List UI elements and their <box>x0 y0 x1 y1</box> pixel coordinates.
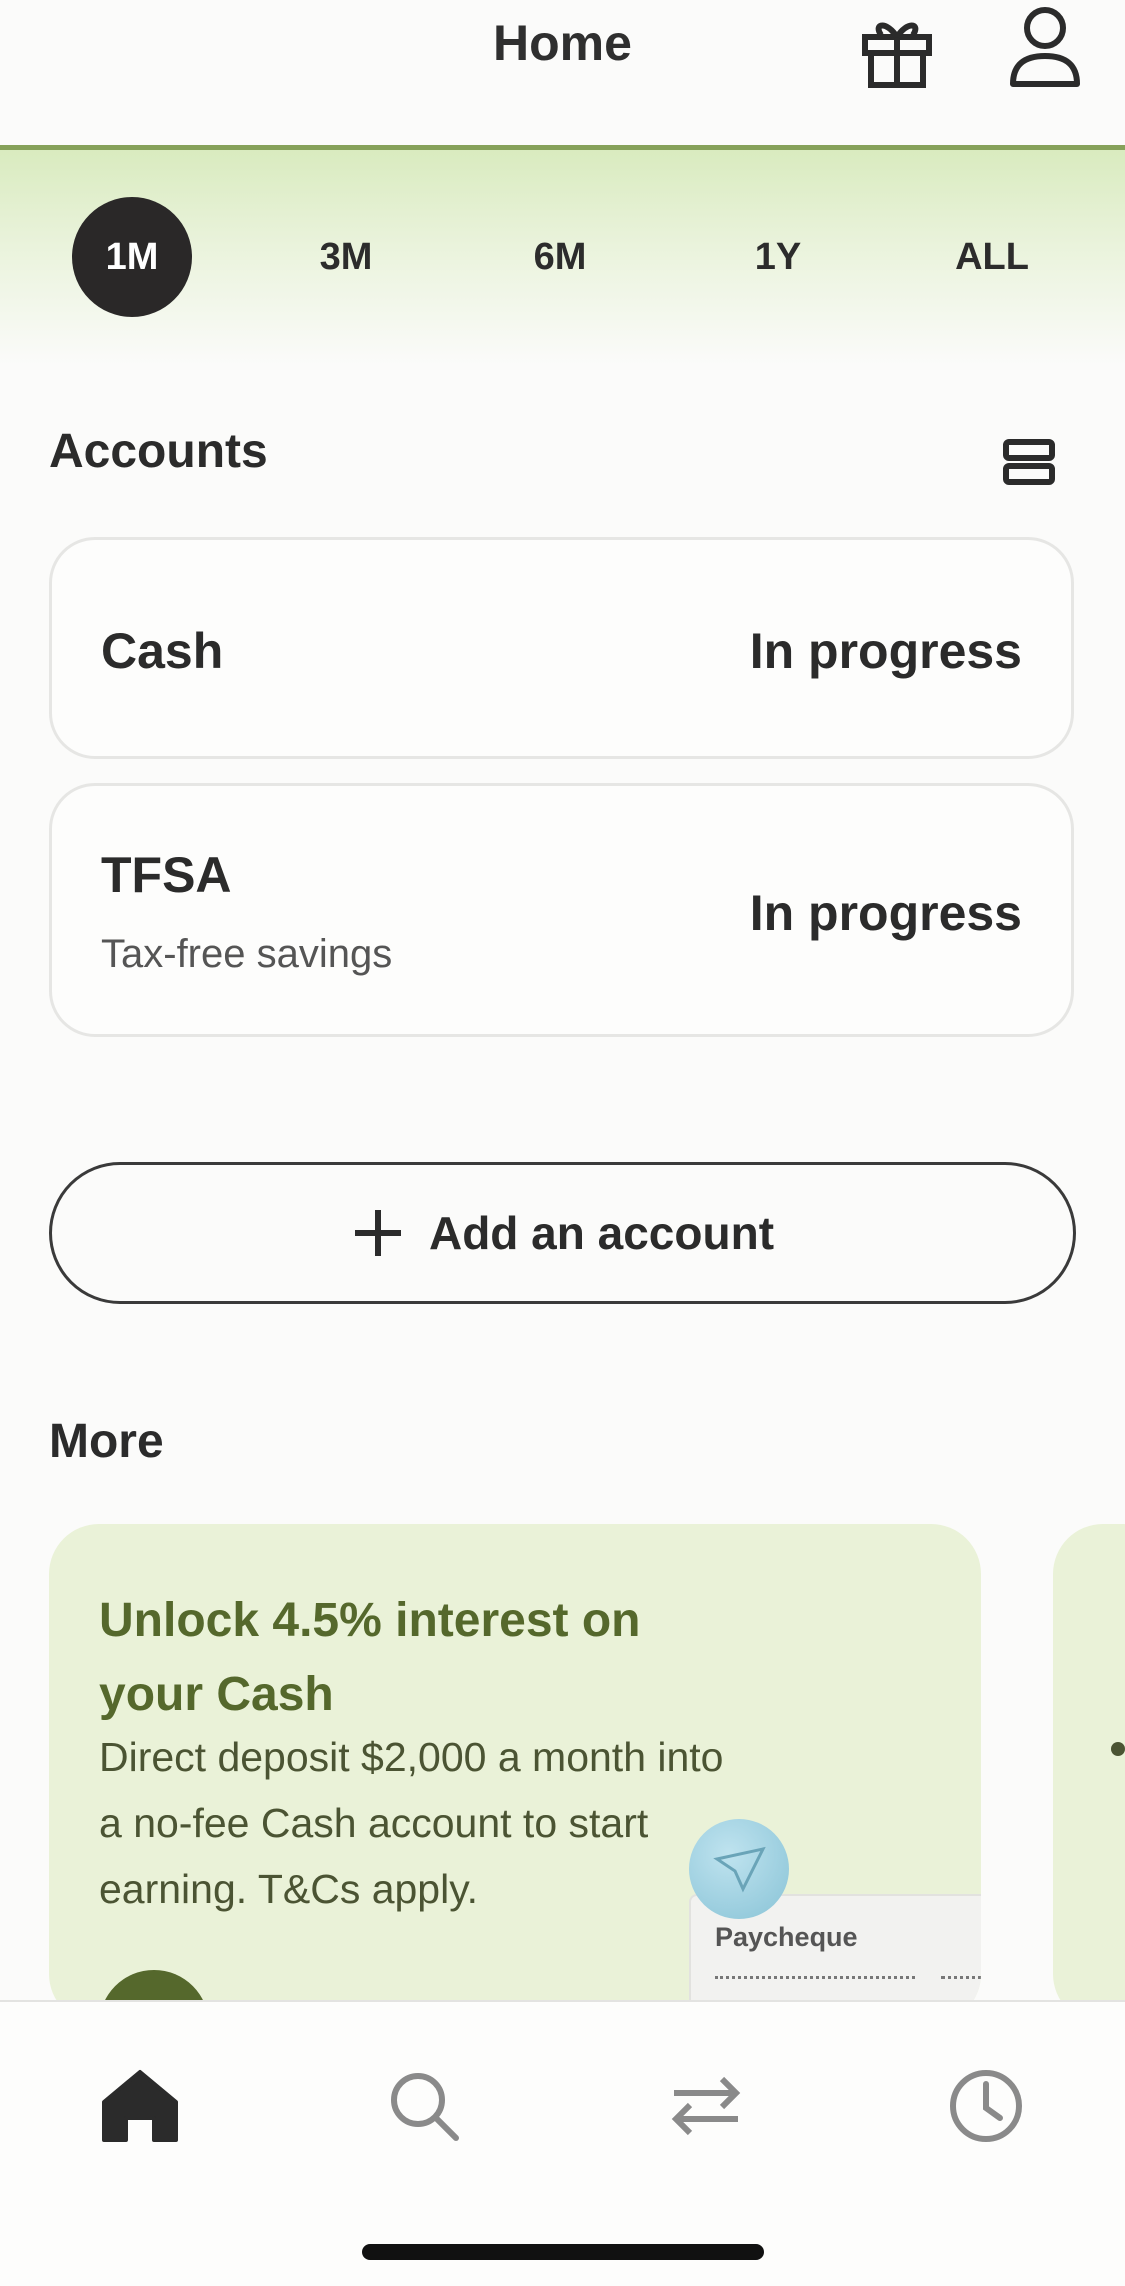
more-heading: More <box>49 1415 164 1468</box>
page-title: Home <box>493 15 632 71</box>
range-all-button[interactable]: ALL <box>932 197 1052 317</box>
promo-card-next[interactable] <box>1053 1524 1125 2024</box>
top-header: Home <box>0 0 1125 146</box>
account-status: In progress <box>749 623 1022 679</box>
account-card-cash[interactable]: Cash In progress <box>49 537 1074 759</box>
add-account-label: Add an account <box>428 1207 775 1259</box>
nav-transfer-icon[interactable] <box>656 2056 756 2156</box>
gift-icon[interactable] <box>852 6 942 96</box>
paper-plane-coin-icon <box>689 1819 789 1919</box>
accounts-heading: Accounts <box>49 425 268 478</box>
promo-card[interactable]: Unlock 4.5% interest on your Cash Direct… <box>49 1524 981 2024</box>
account-status: In progress <box>749 885 1022 941</box>
nav-home-icon[interactable] <box>90 2056 190 2156</box>
range-1m-button[interactable]: 1M <box>72 197 192 317</box>
plus-icon <box>351 1206 405 1260</box>
dotted-line <box>715 1976 915 1979</box>
promo-body: Direct deposit $2,000 a month into a no-… <box>99 1734 724 1912</box>
list-view-icon[interactable] <box>992 430 1066 494</box>
account-name: Cash <box>101 623 224 679</box>
promo-title: Unlock 4.5% interest on your Cash <box>99 1594 641 1721</box>
account-name: TFSA <box>101 847 232 903</box>
partial-content <box>1111 1742 1125 1756</box>
range-1y-button[interactable]: 1Y <box>718 197 838 317</box>
account-card-tfsa[interactable]: TFSA Tax-free savings In progress <box>49 783 1074 1037</box>
range-6m-button[interactable]: 6M <box>500 197 620 317</box>
profile-icon[interactable] <box>1000 2 1090 92</box>
paycheque-label: Paycheque <box>715 1922 858 1952</box>
add-account-button[interactable]: Add an account <box>49 1162 1076 1304</box>
account-subtitle: Tax-free savings <box>101 932 393 976</box>
dotted-line <box>941 1976 981 1979</box>
nav-search-icon[interactable] <box>374 2056 474 2156</box>
home-indicator <box>362 2244 764 2260</box>
nav-history-icon[interactable] <box>936 2056 1036 2156</box>
range-3m-button[interactable]: 3M <box>286 197 406 317</box>
